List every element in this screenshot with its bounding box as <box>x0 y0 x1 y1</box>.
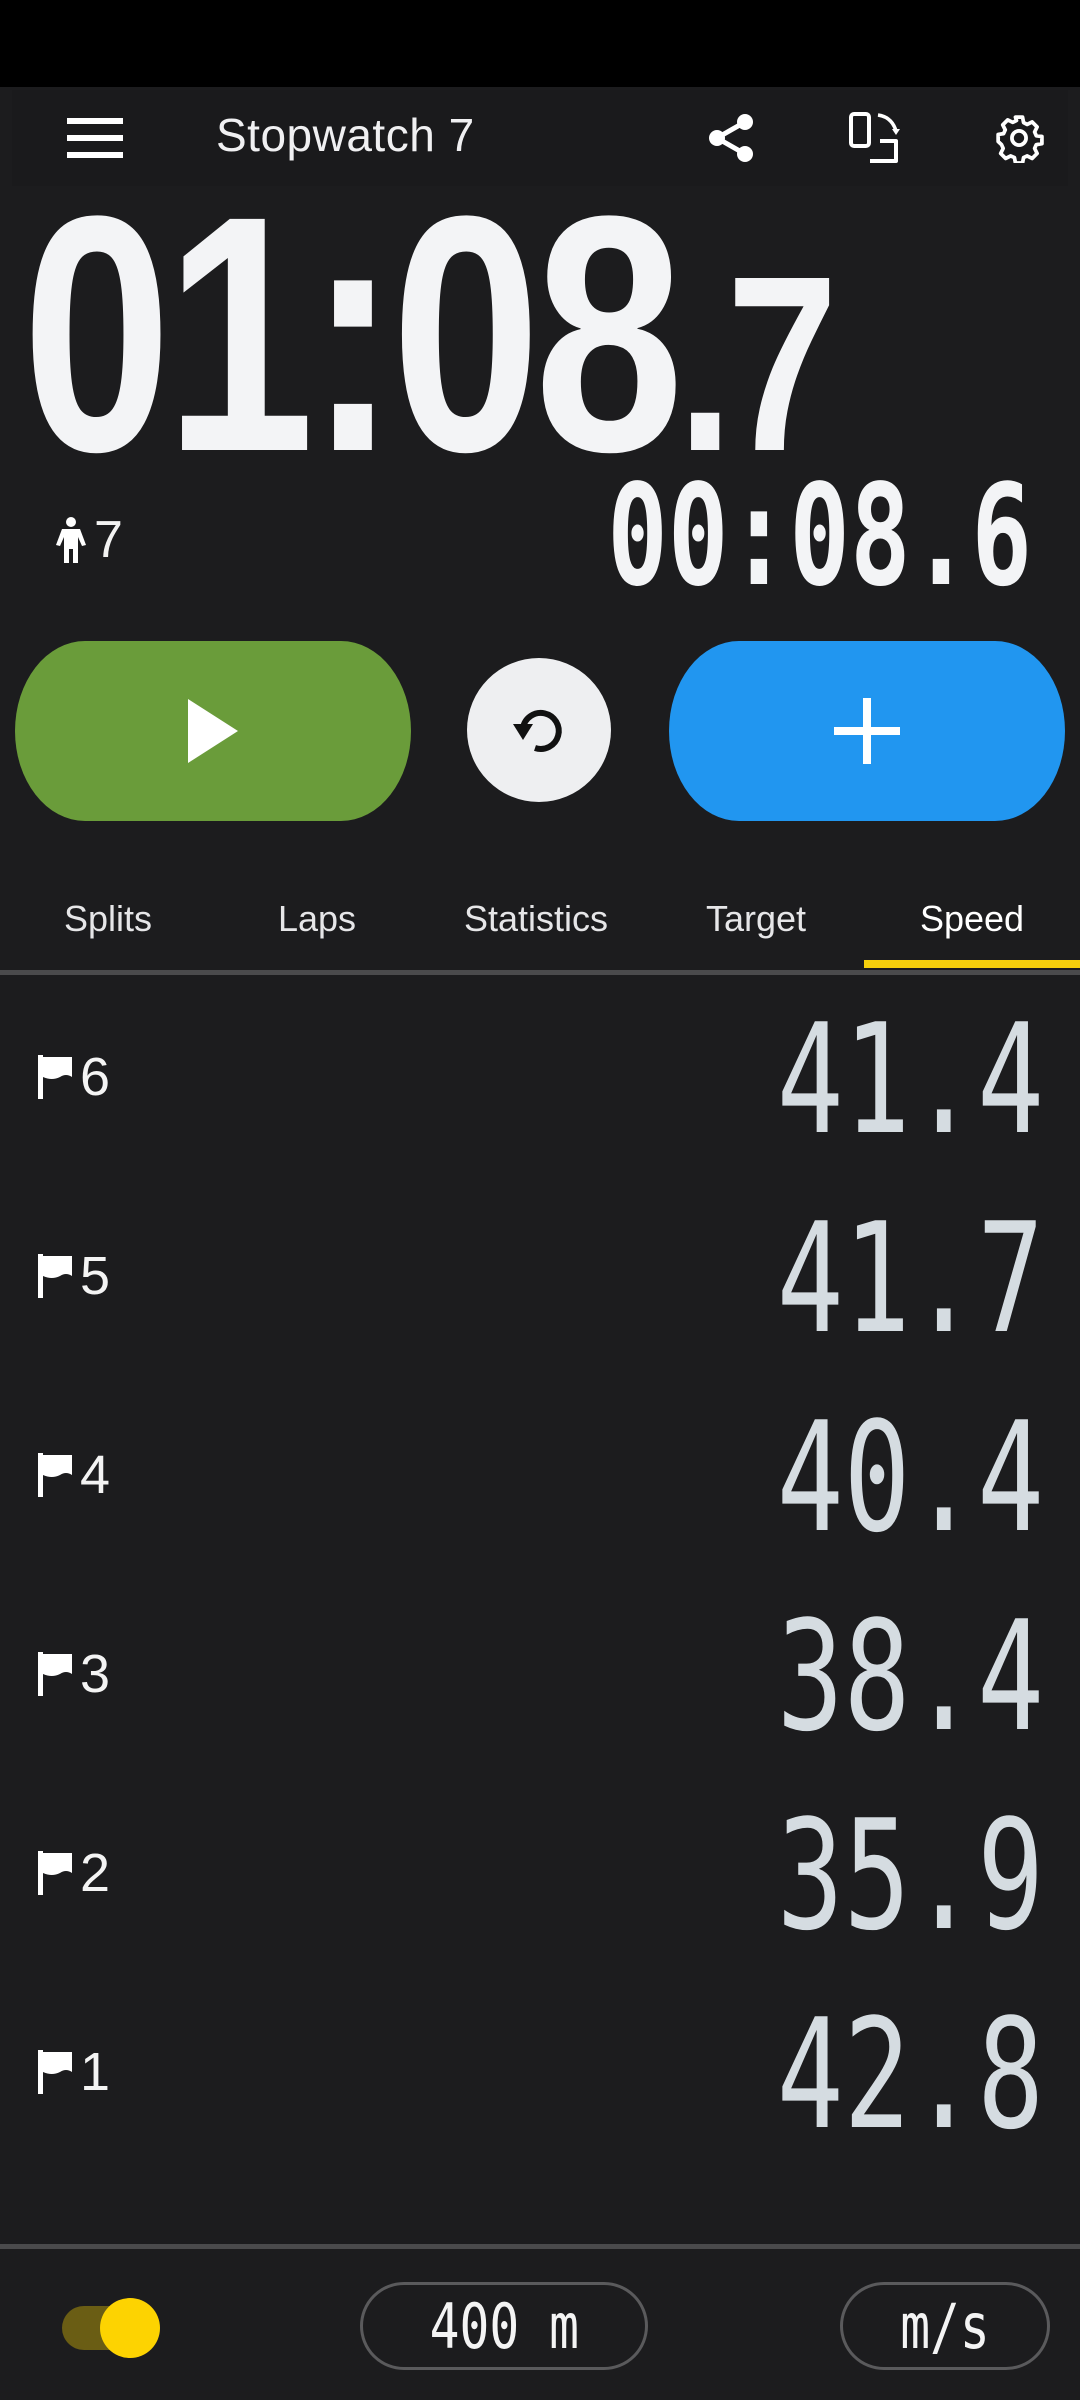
lap-label: 1 <box>38 2041 110 2103</box>
status-bar <box>0 0 1080 87</box>
screen-rotation-button[interactable] <box>830 93 920 183</box>
lap-button[interactable] <box>669 641 1065 821</box>
speed-value: 35.9 <box>776 1787 1044 1964</box>
share-button[interactable] <box>686 93 776 183</box>
speed-value: 40.4 <box>776 1389 1044 1566</box>
tab-speed[interactable]: Speed <box>864 898 1080 940</box>
person-icon <box>56 517 86 563</box>
start-button[interactable] <box>15 641 411 821</box>
lap-label: 2 <box>38 1842 110 1904</box>
lap-number: 3 <box>80 1644 111 1704</box>
play-icon <box>188 699 238 763</box>
lap-number: 1 <box>80 2042 111 2102</box>
settings-icon <box>996 115 1044 163</box>
reset-icon <box>513 709 562 752</box>
distance-selector[interactable]: 400 m <box>360 2282 648 2370</box>
settings-button[interactable] <box>974 93 1064 183</box>
flag-icon <box>38 1254 72 1298</box>
bottom-divider <box>0 2244 1080 2249</box>
flag-icon <box>38 1851 72 1895</box>
flag-icon <box>38 1652 72 1696</box>
speed-row[interactable]: 6 41.4 <box>0 1000 1080 1170</box>
unit-selector[interactable]: m/s <box>840 2282 1050 2370</box>
flag-icon <box>38 1453 72 1497</box>
speed-row[interactable]: 1 42.8 <box>0 1995 1080 2165</box>
speed-value: 38.4 <box>776 1588 1044 1765</box>
speed-row[interactable]: 2 35.9 <box>0 1796 1080 1966</box>
speed-value: 41.4 <box>776 991 1044 1168</box>
tab-target[interactable]: Target <box>648 898 864 940</box>
runner-count: 7 <box>54 510 123 570</box>
tab-bar: Splits Laps Statistics Target Speed <box>0 880 1080 972</box>
lap-label: 5 <box>38 1245 110 1307</box>
lap-number: 4 <box>80 1445 111 1505</box>
lap-number: 2 <box>80 1843 111 1903</box>
plus-icon <box>834 698 900 764</box>
screen-rotation-icon <box>849 112 900 163</box>
current-lap-timer: 00:08.6 <box>607 455 1032 618</box>
lap-number: 6 <box>80 1047 111 1107</box>
lap-label: 6 <box>38 1046 110 1108</box>
lap-number: 5 <box>80 1246 111 1306</box>
reset-button[interactable] <box>467 658 611 802</box>
tab-splits[interactable]: Splits <box>0 898 216 940</box>
tabs-divider <box>0 970 1080 975</box>
speed-row[interactable]: 4 40.4 <box>0 1398 1080 1568</box>
tab-statistics[interactable]: Statistics <box>428 898 644 940</box>
unit-value: m/s <box>900 2289 990 2363</box>
lap-label: 3 <box>38 1643 110 1705</box>
flag-icon <box>38 2050 72 2094</box>
speed-row[interactable]: 3 38.4 <box>0 1597 1080 1767</box>
speed-row[interactable]: 5 41.7 <box>0 1199 1080 1369</box>
share-icon <box>709 114 753 162</box>
lap-label: 4 <box>38 1444 110 1506</box>
active-tab-indicator <box>864 960 1080 968</box>
toggle-switch[interactable] <box>62 2298 162 2358</box>
toggle-thumb <box>100 2298 160 2358</box>
runner-count-value: 7 <box>94 511 123 569</box>
flag-icon <box>38 1055 72 1099</box>
distance-value: 400 m <box>429 2289 579 2363</box>
main-timer-minutes-seconds: 01:08 <box>22 147 684 522</box>
speed-value: 42.8 <box>776 1986 1044 2163</box>
tab-laps[interactable]: Laps <box>209 898 425 940</box>
speed-value: 41.7 <box>776 1190 1044 1367</box>
